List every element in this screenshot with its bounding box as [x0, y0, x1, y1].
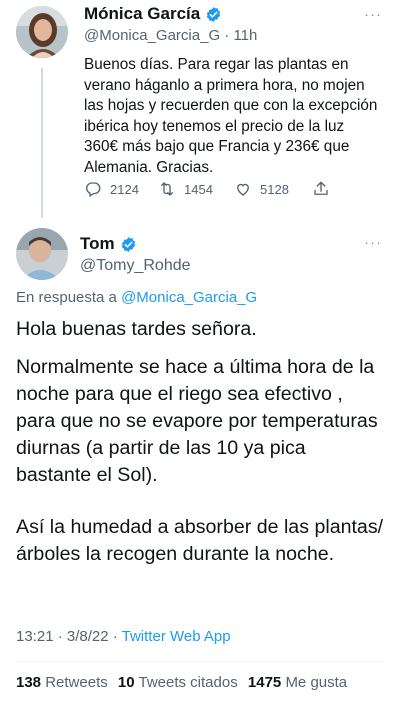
reply-tweet-header: Tom @Tomy_Rohde ··· — [0, 222, 400, 292]
reply-context: En respuesta a @Monica_Garcia_G — [16, 289, 257, 306]
reply-paragraph: Normalmente se hace a última hora de la … — [16, 356, 378, 486]
reply-mention-link[interactable]: @Monica_Garcia_G — [121, 289, 257, 306]
reply-button[interactable]: 2124 — [84, 180, 139, 198]
retweets-count: 138 — [16, 674, 42, 691]
engagement-stats: 138 Retweets 10 Tweets citados 1475 Me g… — [16, 674, 347, 691]
retweets-label: Retweets — [45, 674, 108, 691]
verified-badge-icon — [121, 236, 135, 252]
retweets-stat[interactable]: 138 Retweets — [16, 674, 108, 691]
thread-line — [41, 68, 43, 218]
likes-stat[interactable]: 1475 Me gusta — [248, 674, 347, 691]
tweet-actions: 2124 1454 5128 — [84, 180, 384, 202]
share-button[interactable] — [312, 180, 338, 198]
quotes-label: Tweets citados — [138, 674, 238, 691]
heart-icon — [237, 183, 249, 196]
share-icon — [314, 181, 328, 195]
avatar-monica[interactable] — [16, 6, 68, 58]
retweet-icon — [161, 182, 173, 196]
like-count: 5128 — [260, 181, 289, 197]
retweet-button[interactable]: 1454 — [158, 180, 213, 198]
author-name[interactable]: Mónica García — [84, 4, 200, 24]
reply-paragraph: Hola buenas tardes señora. — [16, 318, 257, 340]
quotes-count: 10 — [117, 674, 135, 691]
more-options-icon[interactable]: ··· — [364, 234, 382, 251]
reply-icon — [86, 182, 101, 197]
reply-count: 2124 — [110, 181, 139, 197]
reply-prefix: En respuesta a — [16, 289, 122, 306]
reply-paragraph: Así la humedad a absorber de las plantas… — [16, 516, 384, 565]
quotes-stat[interactable]: 10 Tweets citados — [118, 674, 238, 691]
author-handle[interactable]: @Tomy_Rohde — [80, 257, 191, 275]
timestamp[interactable]: 13:21 · 3/8/22 · — [16, 628, 122, 645]
more-options-icon[interactable]: ··· — [364, 6, 382, 23]
divider — [16, 661, 384, 662]
likes-label: Me gusta — [285, 674, 348, 691]
source-app-link[interactable]: Twitter Web App — [122, 628, 231, 645]
author-handle[interactable]: @Monica_Garcia_G · 11h — [84, 27, 257, 44]
tweet-meta: 13:21 · 3/8/22 · Twitter Web App — [16, 628, 231, 645]
verified-badge-icon — [207, 6, 221, 22]
original-tweet[interactable]: Mónica García @Monica_Garcia_G · 11h ···… — [0, 0, 400, 222]
author-name[interactable]: Tom — [80, 234, 115, 254]
tweet-text: Buenos días. Para regar las plantas en v… — [84, 56, 378, 176]
retweet-count: 1454 — [184, 181, 213, 197]
like-button[interactable]: 5128 — [234, 180, 289, 198]
likes-count: 1475 — [247, 674, 282, 691]
avatar-tom[interactable] — [16, 228, 68, 280]
